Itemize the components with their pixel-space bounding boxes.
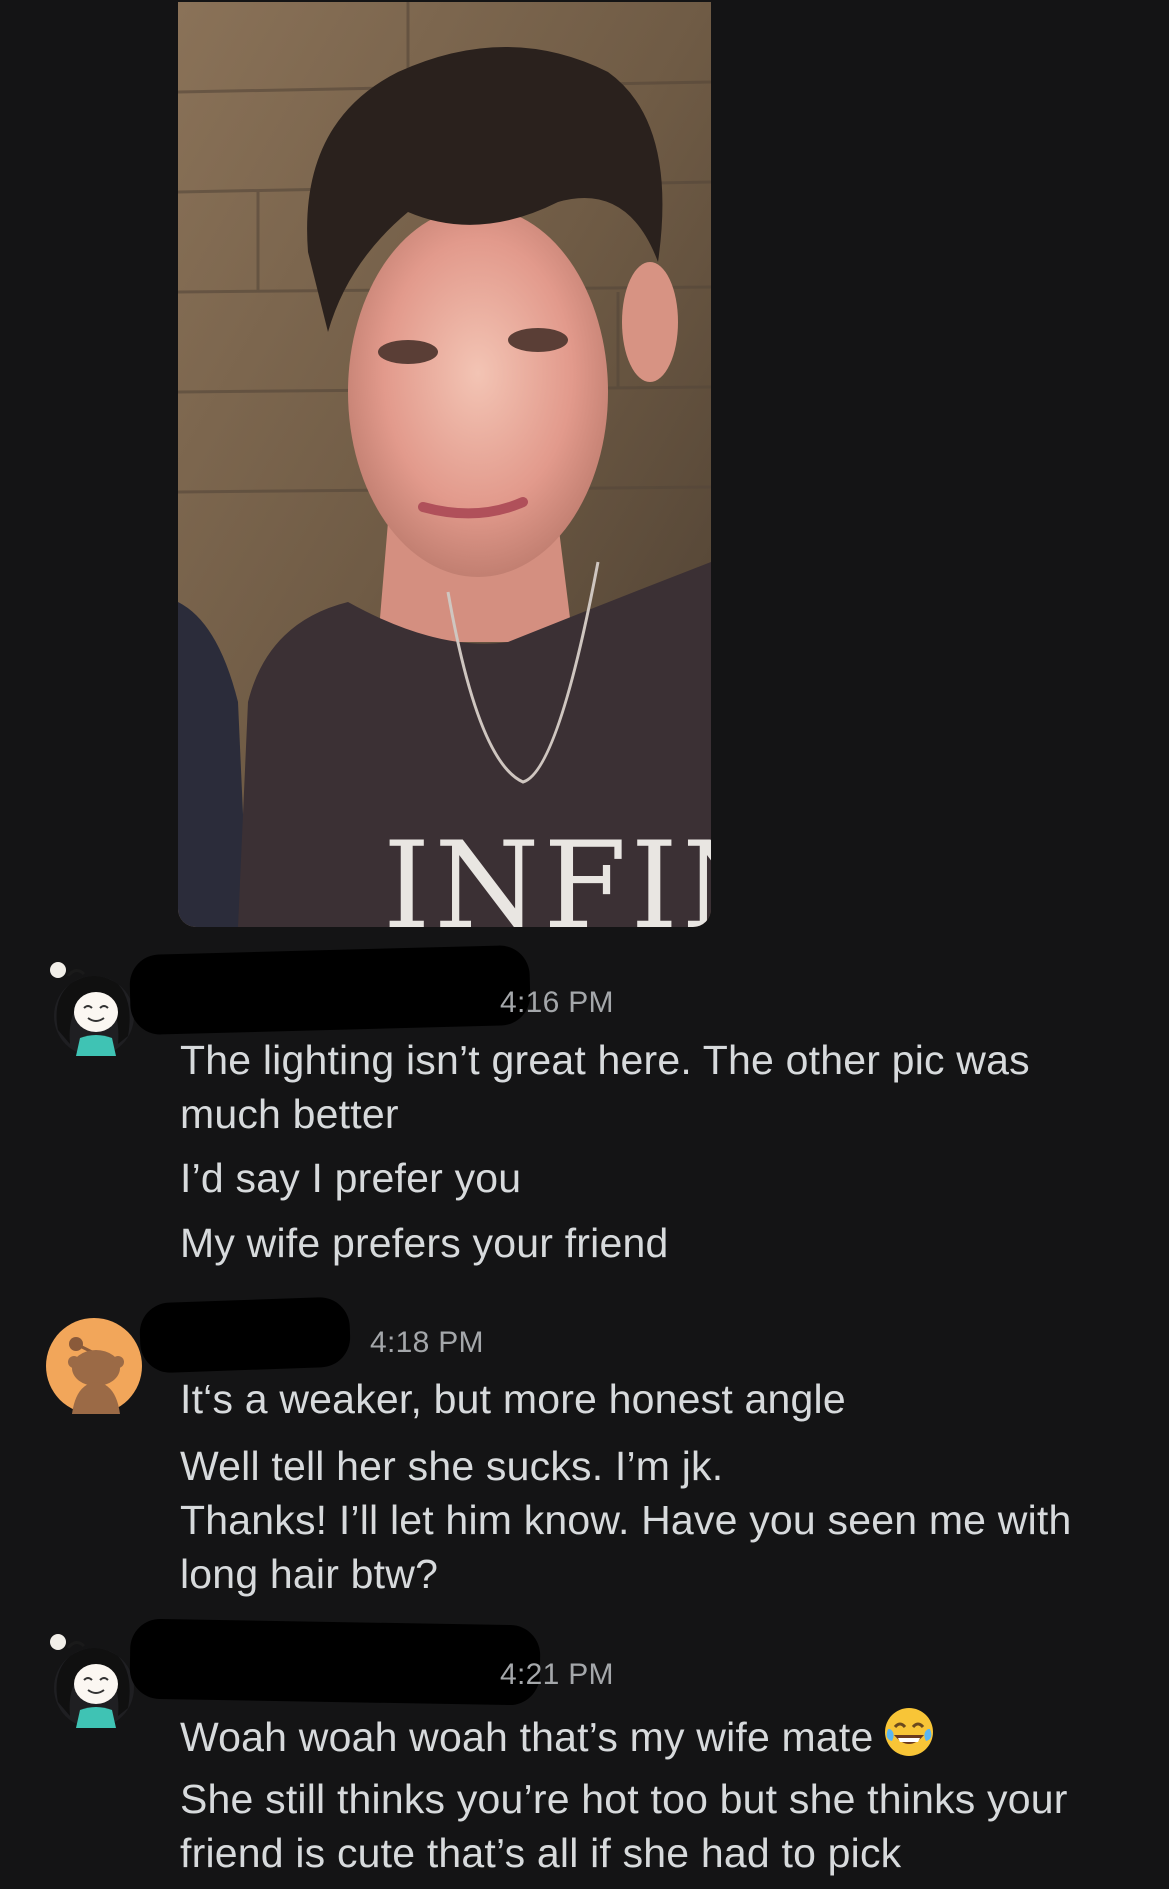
message-text: Thanks! I’ll let him know. Have you seen… bbox=[180, 1497, 1072, 1597]
username[interactable] bbox=[180, 988, 500, 1018]
user-avatar[interactable] bbox=[46, 1318, 142, 1414]
message-meta: 4:21 PM bbox=[180, 1655, 614, 1695]
shared-photo[interactable]: INFINIT bbox=[178, 2, 711, 927]
snoo-avatar-icon bbox=[46, 1318, 142, 1414]
timestamp: 4:18 PM bbox=[370, 1326, 484, 1359]
photo-image: INFINIT bbox=[178, 2, 711, 927]
timestamp: 4:21 PM bbox=[500, 1658, 614, 1691]
face-with-tears-of-joy-icon bbox=[882, 1705, 936, 1772]
username[interactable] bbox=[180, 1328, 370, 1358]
message-text: She still thinks you’re hot too but she … bbox=[180, 1776, 1068, 1876]
snoo-avatar-icon bbox=[50, 962, 134, 1056]
shirt-text: INFINIT bbox=[383, 817, 711, 927]
snoo-avatar-icon bbox=[50, 1634, 134, 1728]
message-meta: 4:16 PM bbox=[180, 983, 614, 1023]
message-text: Woah woah woah that’s my wife mate bbox=[180, 1705, 1120, 1772]
timestamp: 4:16 PM bbox=[500, 986, 614, 1019]
user-avatar[interactable] bbox=[46, 1632, 142, 1728]
message-text-content: Woah woah woah that’s my wife mate bbox=[180, 1714, 874, 1760]
message-meta: 4:18 PM bbox=[180, 1323, 484, 1363]
message-text: The lighting isn’t great here. The other… bbox=[180, 1037, 1030, 1137]
message-text: Well tell her she sucks. I’m jk. bbox=[180, 1443, 724, 1489]
message-text: It‘s a weaker, but more honest angle bbox=[180, 1376, 846, 1422]
message-text: I’d say I prefer you bbox=[180, 1155, 522, 1201]
username[interactable] bbox=[180, 1660, 500, 1690]
user-avatar[interactable] bbox=[46, 960, 142, 1056]
message-text: My wife prefers your friend bbox=[180, 1220, 669, 1266]
